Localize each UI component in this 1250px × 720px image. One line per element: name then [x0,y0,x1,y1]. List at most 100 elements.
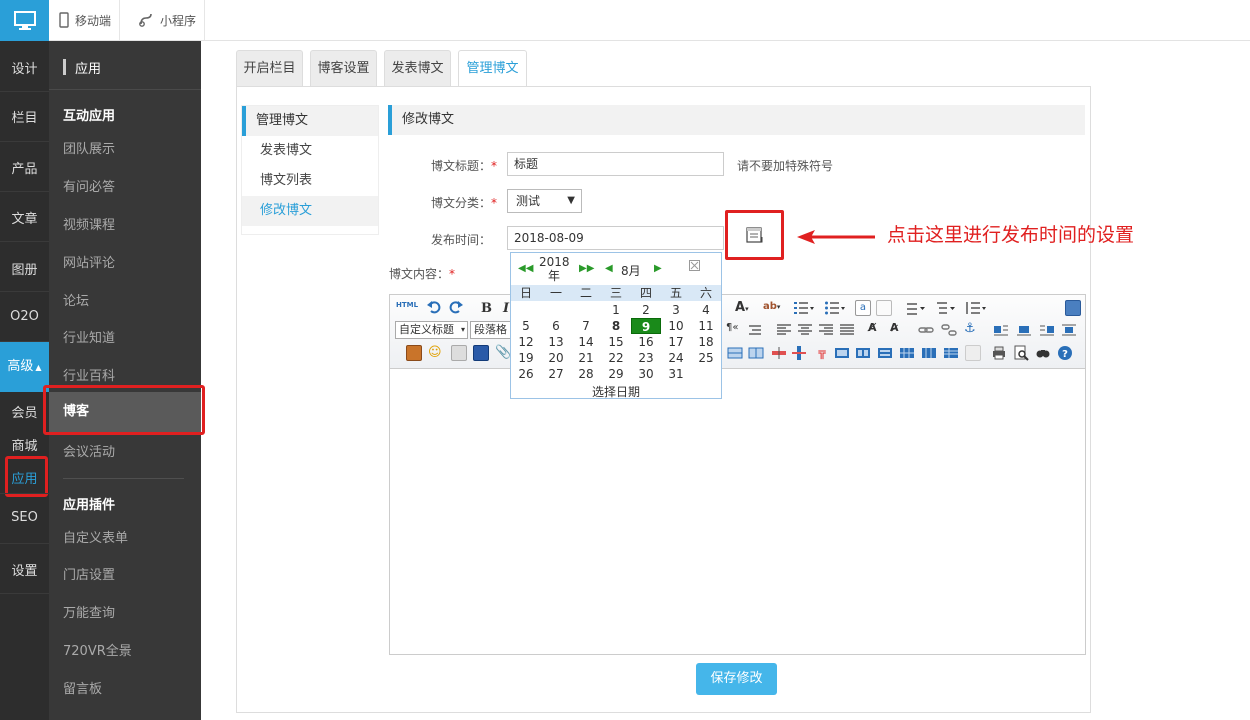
calendar-day[interactable]: 4 [691,302,721,318]
category-select[interactable]: 测试 ▼ [507,189,582,213]
align-justify-icon[interactable] [839,322,855,338]
nav-design[interactable]: 设计 [0,58,49,77]
calendar-day[interactable]: 31 [661,366,691,382]
format-painter-icon[interactable]: A̷ [890,321,906,337]
calendar-day[interactable]: 1 [601,302,631,318]
calendar-day[interactable]: 15 [601,334,631,350]
row-spacing-icon[interactable] [965,300,986,316]
print-icon[interactable] [991,345,1007,361]
app-comments[interactable]: 网站评论 [63,252,115,271]
calendar-day[interactable]: 10 [661,318,691,334]
nav-articles[interactable]: 文章 [0,208,49,227]
ordered-list-icon[interactable] [793,300,814,316]
calendar-day[interactable]: 16 [631,334,661,350]
app-knowledge[interactable]: 行业知道 [63,327,115,346]
page-icon[interactable] [876,300,892,316]
calendar-day[interactable]: 21 [571,350,601,366]
calendar-day[interactable]: 19 [511,350,541,366]
select-date-label[interactable]: 选择日期 [511,383,721,400]
app-events[interactable]: 会议活动 [63,441,115,460]
calendar-day[interactable]: 23 [631,350,661,366]
calendar-day[interactable]: 17 [661,334,691,350]
image-right-icon[interactable] [1039,322,1055,338]
search-replace-icon[interactable] [1035,345,1051,361]
table-insert-row-icon[interactable] [727,345,743,361]
table-merge-icon[interactable] [834,345,850,361]
help-icon[interactable]: ? [1057,345,1073,361]
line-spacing-icon[interactable] [905,300,925,316]
calendar-day[interactable]: 11 [691,318,721,334]
calendar-day[interactable]: 24 [661,350,691,366]
image-none-icon[interactable] [1016,322,1032,338]
calendar-day[interactable]: 18 [691,334,721,350]
next-month-icon[interactable]: ▶ [654,263,662,274]
highlight-icon[interactable]: ab▾ [763,301,780,312]
table-insert-col-icon[interactable] [748,345,764,361]
app-forum[interactable]: 论坛 [63,290,89,309]
save-icon[interactable] [473,345,489,361]
calendar-day[interactable]: 9 [631,318,661,334]
calendar-day[interactable]: 13 [541,334,571,350]
nav-member[interactable]: 会员 [0,402,49,421]
unlink-icon[interactable] [941,322,957,338]
emoticon-icon[interactable]: ☺ [428,345,444,361]
app-custom-form[interactable]: 自定义表单 [63,527,128,546]
monitor-icon[interactable] [0,0,49,41]
clear-format-icon[interactable]: A̸ [868,321,884,337]
calendar-day[interactable]: 28 [571,366,601,382]
calendar-day[interactable]: 27 [541,366,571,382]
app-store[interactable]: 门店设置 [63,564,115,583]
fullscreen-icon[interactable] [1065,300,1081,316]
table-split-icon[interactable]: ╦ [814,345,830,361]
tab-enable-column[interactable]: 开启栏目 [236,50,303,86]
paragraph-mark-icon[interactable]: ¶« [726,322,742,338]
image-left-icon[interactable] [993,322,1009,338]
nav-seo[interactable]: SEO [0,510,49,525]
scrawl-icon[interactable] [451,345,467,361]
close-icon[interactable] [689,260,700,271]
app-qa[interactable]: 有问必答 [63,176,115,195]
calendar-year[interactable]: 2018 年 [539,255,570,283]
calendar-day[interactable]: 29 [601,366,631,382]
table-props-icon[interactable] [943,345,959,361]
side-publish[interactable]: 发表博文 [242,136,378,166]
preview-icon[interactable] [1013,345,1029,361]
app-query[interactable]: 万能查询 [63,602,115,621]
tab-manage[interactable]: 管理博文 [458,50,527,87]
table-merge-down-icon[interactable] [877,345,893,361]
save-changes-button[interactable]: 保存修改 [696,663,777,695]
undo-icon[interactable] [426,299,442,315]
align-left-icon[interactable] [776,322,792,338]
bold-icon[interactable]: B [481,301,492,316]
nav-columns[interactable]: 栏目 [0,107,49,126]
insert-image-icon[interactable] [406,345,422,361]
next-year-icon[interactable]: ▶▶ [579,263,594,274]
calendar-day[interactable]: 12 [511,334,541,350]
calendar-day[interactable]: 22 [601,350,631,366]
align-center-icon[interactable] [797,322,813,338]
calendar-day[interactable]: 20 [541,350,571,366]
app-team[interactable]: 团队展示 [63,138,115,157]
font-color-icon[interactable]: A▾ [735,300,749,315]
calendar-month[interactable]: 8月 [621,262,641,279]
calendar-day[interactable]: 8 [601,318,631,334]
nav-advanced[interactable]: 高级 ▲ [0,342,49,392]
image-center-icon[interactable] [1061,322,1077,338]
calendar-day[interactable]: 26 [511,366,541,382]
app-wiki[interactable]: 行业百科 [63,365,115,384]
calendar-day[interactable]: 7 [571,318,601,334]
code-icon[interactable] [965,345,981,361]
nav-albums[interactable]: 图册 [0,259,49,278]
table-split-rows-icon[interactable] [899,345,915,361]
rtl-icon[interactable] [747,322,763,338]
app-vr[interactable]: 720VR全景 [63,640,132,659]
calendar-day[interactable]: 5 [511,318,541,334]
calendar-day[interactable]: 2 [631,302,661,318]
anchor-icon[interactable]: ⚓ [964,321,980,337]
prev-year-icon[interactable]: ◀◀ [518,263,533,274]
calendar-day[interactable]: 3 [661,302,691,318]
date-input[interactable]: 2018-08-09 [507,226,724,250]
mobile-tab[interactable]: 移动端 [49,0,121,40]
calendar-day[interactable]: 14 [571,334,601,350]
prev-month-icon[interactable]: ◀ [605,263,613,274]
